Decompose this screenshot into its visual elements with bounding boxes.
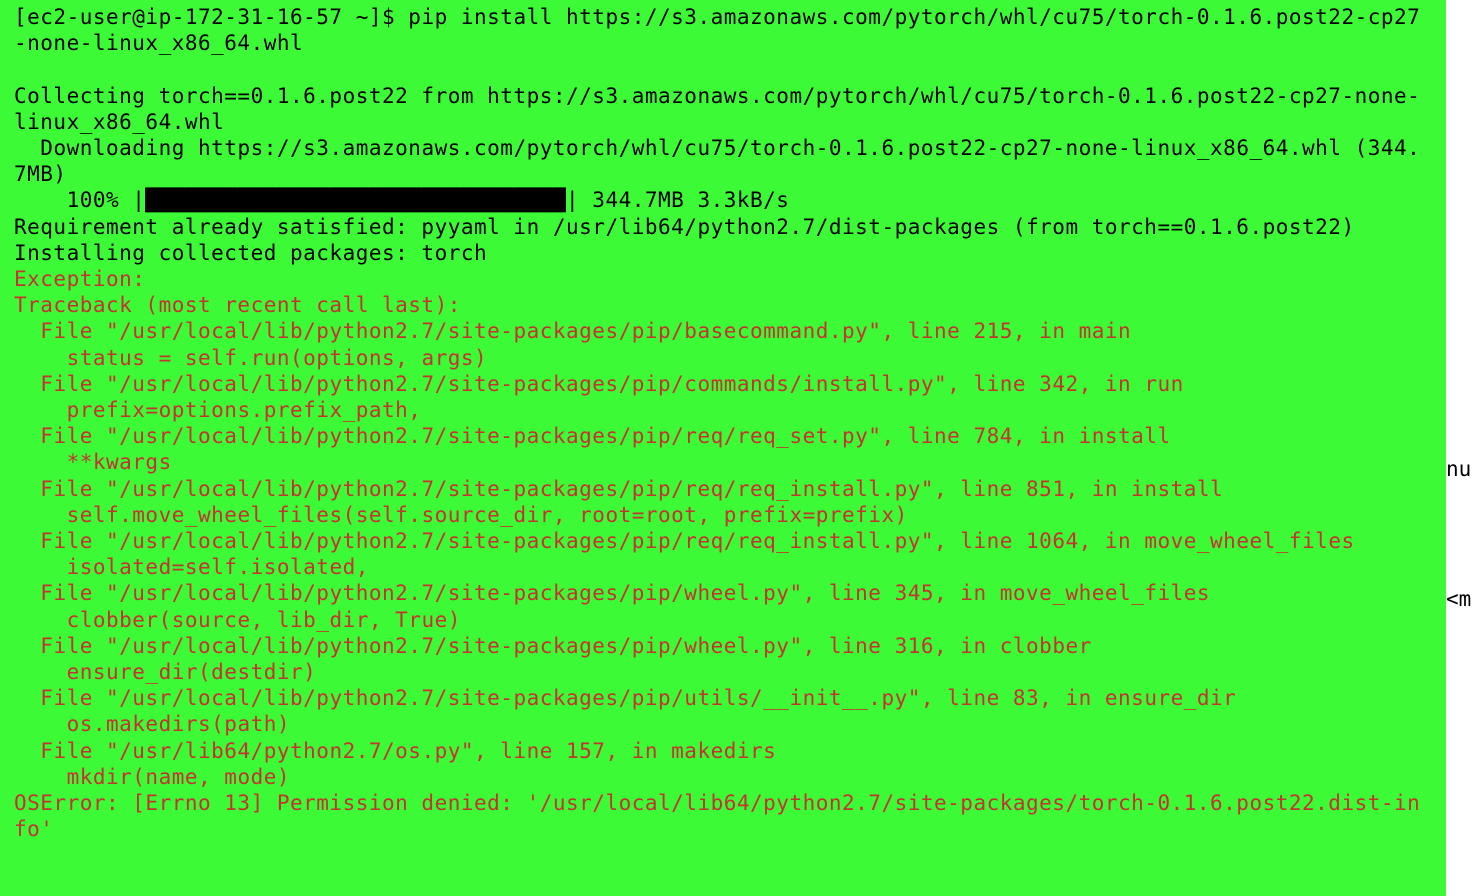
pip-downloading-line: Downloading https://s3.amazonaws.com/pyt… <box>14 136 1420 186</box>
exception-header: Exception: <box>14 267 145 291</box>
traceback-line: File "/usr/local/lib/python2.7/site-pack… <box>14 477 1223 501</box>
traceback-line: File "/usr/local/lib/python2.7/site-pack… <box>14 424 1171 448</box>
progress-suffix: | 344.7MB 3.3kB/s <box>566 188 789 212</box>
pip-req-satisfied-line: Requirement already satisfied: pyyaml in… <box>14 215 1355 239</box>
traceback-line: mkdir(name, mode) <box>14 765 290 789</box>
terminal-window: [ec2-user@ip-172-31-16-57 ~]$ pip instal… <box>0 0 1476 896</box>
terminal-output[interactable]: [ec2-user@ip-172-31-16-57 ~]$ pip instal… <box>0 0 1446 896</box>
traceback-line: self.move_wheel_files(self.source_dir, r… <box>14 503 908 527</box>
traceback-line: isolated=self.isolated, <box>14 555 369 579</box>
traceback-line: File "/usr/local/lib/python2.7/site-pack… <box>14 372 1184 396</box>
traceback-line: File "/usr/local/lib/python2.7/site-pack… <box>14 319 1131 343</box>
traceback-line: File "/usr/lib64/python2.7/os.py", line … <box>14 739 776 763</box>
traceback-header: Traceback (most recent call last): <box>14 293 461 317</box>
oserror-line: OSError: [Errno 13] Permission denied: '… <box>14 791 1420 841</box>
background-text-fragment: <m <box>1446 586 1476 612</box>
traceback-line: File "/usr/local/lib/python2.7/site-pack… <box>14 634 1092 658</box>
pip-collecting-line: Collecting torch==0.1.6.post22 from http… <box>14 84 1420 134</box>
traceback-line: ensure_dir(destdir) <box>14 660 316 684</box>
background-text-fragment: nu <box>1446 456 1476 482</box>
traceback-line: **kwargs <box>14 450 172 474</box>
background-window-fragment: nu <m <box>1446 0 1476 896</box>
progress-prefix: 100% | <box>14 188 145 212</box>
traceback-line: status = self.run(options, args) <box>14 346 487 370</box>
traceback-line: prefix=options.prefix_path, <box>14 398 421 422</box>
shell-prompt: [ec2-user@ip-172-31-16-57 ~]$ <box>14 5 408 29</box>
pip-installing-line: Installing collected packages: torch <box>14 241 487 265</box>
traceback-line: File "/usr/local/lib/python2.7/site-pack… <box>14 581 1210 605</box>
traceback-line: File "/usr/local/lib/python2.7/site-pack… <box>14 686 1236 710</box>
progress-bar: ████████████████████████████████ <box>145 188 566 212</box>
traceback-line: clobber(source, lib_dir, True) <box>14 608 461 632</box>
traceback-line: File "/usr/local/lib/python2.7/site-pack… <box>14 529 1355 553</box>
traceback-line: os.makedirs(path) <box>14 712 290 736</box>
